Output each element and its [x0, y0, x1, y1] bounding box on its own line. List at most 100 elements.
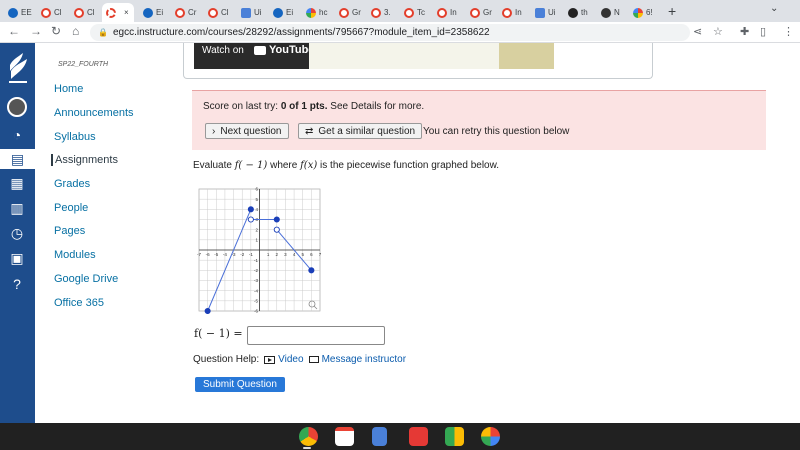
tab-favicon-icon: [339, 7, 349, 18]
video-thumbnail-side: [499, 43, 554, 69]
browser-tab[interactable]: Tc: [400, 3, 432, 22]
address-bar[interactable]: 🔒 egcc.instructure.com/courses/28292/ass…: [90, 24, 690, 41]
browser-tab[interactable]: hc: [302, 3, 334, 22]
browser-tab[interactable]: ×: [102, 3, 134, 22]
course-nav-home[interactable]: Home: [54, 83, 83, 95]
tab-title: Gr: [483, 8, 492, 17]
tab-favicon-icon: [371, 7, 381, 18]
account-avatar-icon[interactable]: [7, 97, 27, 117]
tab-search-button[interactable]: ⌄: [770, 3, 778, 14]
video-help-link[interactable]: Video: [264, 354, 304, 365]
closed-endpoint: [273, 216, 280, 223]
course-nav-assignments[interactable]: Assignments: [51, 154, 118, 166]
watch-on-label: Watch on: [202, 45, 244, 56]
bookmark-star-icon[interactable]: ☆: [713, 25, 723, 38]
tab-favicon-icon: [273, 7, 283, 18]
tab-favicon-icon: [208, 7, 218, 18]
browser-tab[interactable]: EE: [4, 3, 36, 22]
tab-favicon-icon: [306, 7, 316, 18]
inbox-icon[interactable]: ▥: [7, 198, 27, 218]
reload-icon[interactable]: ↻: [51, 24, 61, 38]
video-player[interactable]: Watch on YouTube: [194, 43, 554, 69]
browser-tab-strip: EE Cl Cl × Ei Cr Cl Ui Ei hc Gr 3. Tc In Gr In Ui th N 6!: [0, 0, 800, 22]
open-endpoint: [273, 226, 280, 233]
browser-tab[interactable]: Cl: [70, 3, 102, 22]
tab-favicon-icon: [502, 7, 512, 18]
tab-title: th: [581, 8, 588, 17]
meet-app-icon[interactable]: [445, 427, 464, 446]
course-nav-modules[interactable]: Modules: [54, 249, 96, 261]
help-icon[interactable]: ?: [7, 274, 27, 294]
submit-question-button[interactable]: Submit Question: [195, 377, 285, 392]
youtube-app-icon[interactable]: [409, 427, 428, 446]
browser-tab[interactable]: Ei: [139, 3, 171, 22]
x-tick-label: -5: [214, 252, 218, 257]
tab-favicon-icon: [633, 7, 643, 18]
browser-tab[interactable]: Ui: [237, 3, 269, 22]
video-thumbnail: [309, 43, 499, 69]
forward-icon[interactable]: →: [30, 24, 42, 38]
sidepanel-icon[interactable]: ▯: [760, 25, 766, 38]
course-nav-google-drive[interactable]: Google Drive: [54, 273, 118, 285]
question-prompt: Evaluate f( − 1) where f(x) is the piece…: [193, 160, 499, 171]
course-nav-people[interactable]: People: [54, 202, 88, 214]
question-before: Evaluate: [193, 160, 235, 171]
x-tick-label: -1: [249, 252, 253, 257]
lock-icon: 🔒: [98, 28, 108, 37]
home-icon[interactable]: ⌂: [72, 24, 79, 38]
tab-favicon-icon: [74, 7, 84, 18]
question-help: Question Help: Video Message instructor: [193, 354, 406, 365]
tab-title: Cr: [188, 8, 197, 17]
share-icon[interactable]: ⋖: [693, 25, 702, 38]
photos-app-icon[interactable]: [481, 427, 500, 446]
message-instructor-link[interactable]: Message instructor: [308, 354, 406, 365]
docs-app-icon[interactable]: [372, 427, 387, 446]
browser-tab[interactable]: Cl: [37, 3, 69, 22]
browser-tab[interactable]: Cl: [204, 3, 236, 22]
browser-tab[interactable]: 6!: [629, 3, 661, 22]
browser-tab[interactable]: In: [433, 3, 465, 22]
new-tab-button[interactable]: +: [668, 3, 676, 19]
course-nav-office-365[interactable]: Office 365: [54, 297, 104, 309]
tab-favicon-icon: [143, 7, 153, 18]
tab-favicon-icon: [8, 7, 18, 18]
history-icon[interactable]: ◷: [7, 223, 27, 243]
tab-title: 3.: [384, 8, 391, 17]
course-nav-announcements[interactable]: Announcements: [54, 107, 134, 119]
courses-icon[interactable]: ▤: [0, 149, 35, 169]
x-tick-label: -2: [240, 252, 244, 257]
calendar-icon[interactable]: ▦: [7, 173, 27, 193]
browser-tab[interactable]: 3.: [367, 3, 399, 22]
browser-toolbar: ← → ↻ ⌂ 🔒 egcc.instructure.com/courses/2…: [0, 22, 800, 43]
tab-title: EE: [21, 8, 32, 17]
y-tick-label: -5: [254, 298, 258, 303]
browser-tab[interactable]: Gr: [335, 3, 367, 22]
back-icon[interactable]: ←: [8, 24, 20, 38]
score-alert: Score on last try: 0 of 1 pts. See Detai…: [192, 90, 766, 150]
mail-icon: [308, 356, 319, 363]
course-nav-syllabus[interactable]: Syllabus: [54, 131, 96, 143]
answer-input[interactable]: [247, 326, 385, 345]
next-question-button[interactable]: › Next question: [205, 123, 289, 139]
similar-question-button[interactable]: ⇄ Get a similar question: [298, 123, 423, 139]
course-navigation: SP22_FOURTH Home Announcements Syllabus Ass…: [35, 43, 185, 423]
browser-tab[interactable]: In: [498, 3, 530, 22]
close-tab-icon[interactable]: ×: [124, 8, 129, 17]
browser-tab[interactable]: Cr: [171, 3, 203, 22]
school-logo-icon[interactable]: [7, 49, 29, 85]
browser-tab[interactable]: Ei: [269, 3, 301, 22]
extensions-icon[interactable]: ✚: [740, 25, 749, 38]
dashboard-icon[interactable]: ◔: [7, 125, 27, 145]
browser-tab[interactable]: th: [564, 3, 596, 22]
gmail-app-icon[interactable]: [335, 427, 354, 446]
browser-tab[interactable]: Gr: [466, 3, 498, 22]
studio-icon[interactable]: ▣: [7, 248, 27, 268]
course-nav-grades[interactable]: Grades: [54, 178, 90, 190]
browser-tab[interactable]: N: [597, 3, 629, 22]
menu-icon[interactable]: ⋮: [783, 25, 794, 38]
youtube-wordmark[interactable]: YouTube: [269, 44, 314, 56]
browser-tab[interactable]: Ui: [531, 3, 563, 22]
os-shelf: [0, 423, 800, 450]
course-nav-pages[interactable]: Pages: [54, 225, 85, 237]
chrome-app-icon[interactable]: [299, 427, 318, 446]
